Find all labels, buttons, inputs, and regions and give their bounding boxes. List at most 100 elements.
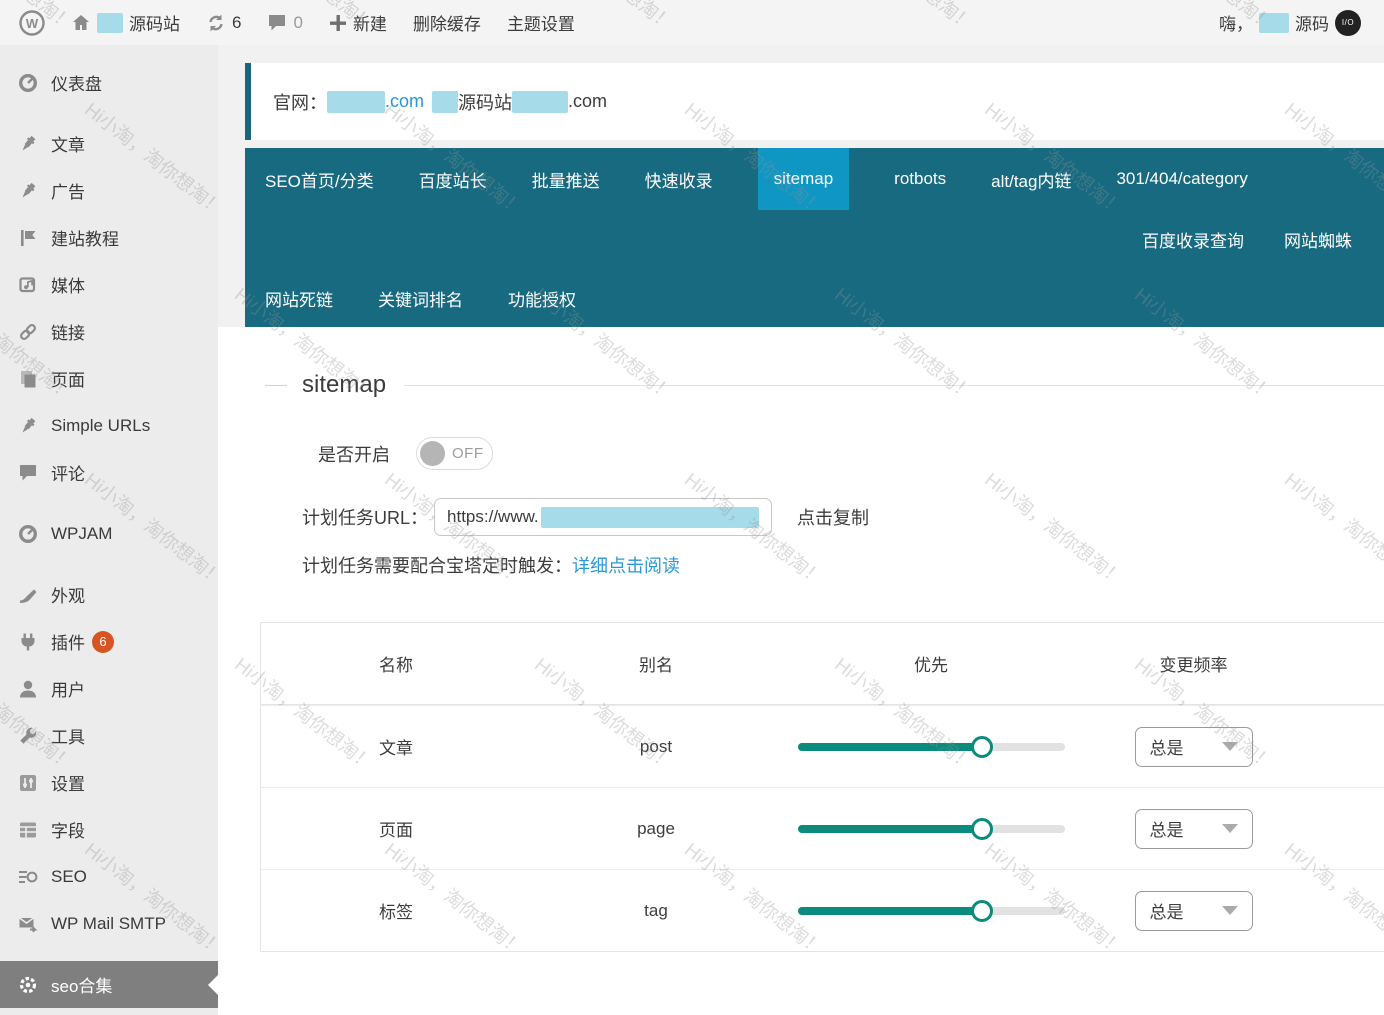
change-frequency-select[interactable]: 总是 [1134, 808, 1253, 849]
page-title: sitemap [302, 371, 387, 398]
clear-cache-button[interactable]: 删除缓存 [404, 0, 490, 45]
domain-com-link: .com [385, 91, 425, 111]
enable-toggle[interactable]: OFF [416, 437, 493, 470]
sidebar-item-site-tutorial[interactable]: 建站教程 [0, 214, 218, 261]
account-menu[interactable]: 嗨， 源码 I/O [1210, 0, 1370, 45]
sidebar-item-label: 外观 [51, 587, 85, 606]
sidebar-item-links[interactable]: 链接 [0, 308, 218, 355]
site-name: 源码站 [129, 15, 180, 34]
theme-settings-button[interactable]: 主题设置 [498, 0, 584, 45]
tab-feature-license[interactable]: 功能授权 [508, 286, 576, 311]
priority-slider[interactable] [797, 817, 1065, 840]
sidebar-item-fields[interactable]: 字段 [0, 806, 218, 853]
title-dash-right [404, 384, 1384, 386]
row-name: 文章 [379, 739, 413, 758]
pushpin-icon [18, 416, 38, 436]
plus-icon [329, 14, 346, 31]
sidebar-item-appearance[interactable]: 外观 [0, 571, 218, 618]
table-header-row: 名称 别名 优先 变更频率 [261, 623, 1384, 705]
slider-handle[interactable] [970, 899, 993, 922]
slider-fill [797, 742, 982, 751]
new-label: 新建 [352, 15, 387, 34]
sidebar-item-simple-urls[interactable]: Simple URLs [0, 402, 218, 449]
sidebar-item-wp-mail-smtp[interactable]: WP Mail SMTP [0, 900, 218, 947]
visit-site-link[interactable]: 源码站 [62, 0, 189, 45]
sidebar-item-seo-collection[interactable]: seo合集 [0, 961, 218, 1008]
notice-domain-suffix: .com [568, 91, 608, 111]
tab-site-spider[interactable]: 网站蜘蛛 [1284, 227, 1352, 252]
dashboard-gauge-icon [18, 524, 38, 544]
admin-bar: W 源码站 6 0 新建 删除缓存 主题设置 嗨， 源码 I/O [0, 0, 1384, 45]
settings-sliders-icon [18, 773, 38, 793]
sidebar-item-label: 页面 [51, 371, 85, 390]
tab-alt-tag-links[interactable]: alt/tag内链 [991, 167, 1071, 192]
tab-301-404-category[interactable]: 301/404/category [1116, 169, 1247, 189]
redacted-text [432, 90, 459, 113]
sidebar-item-pages[interactable]: 页面 [0, 355, 218, 402]
sidebar-item-wpjam[interactable]: WPJAM [0, 510, 218, 557]
table-row: 标签 tag 总是 [261, 869, 1384, 951]
sidebar-item-label: seo合集 [51, 977, 113, 996]
sidebar-item-settings[interactable]: 设置 [0, 759, 218, 806]
notice-site-name: 源码站 [458, 92, 513, 113]
column-header-name: 名称 [379, 656, 413, 675]
admin-bar-right: 嗨， 源码 I/O [1210, 0, 1384, 45]
sidebar-item-posts[interactable]: 文章 [0, 120, 218, 167]
tab-seo-home-category[interactable]: SEO首页/分类 [265, 167, 374, 192]
slider-fill [797, 824, 982, 833]
copy-button[interactable]: 点击复制 [797, 504, 869, 530]
cron-url-input[interactable]: https://www. [434, 498, 773, 536]
sidebar-item-plugins[interactable]: 插件 6 [0, 618, 218, 665]
sidebar-item-dashboard[interactable]: 仪表盘 [0, 59, 218, 106]
official-site-link[interactable]: .com [327, 90, 425, 113]
slider-fill [797, 906, 982, 915]
sitemap-panel: sitemap 是否开启 OFF 计划任务URL： https://www. 点… [218, 327, 1384, 1015]
title-dash-left [265, 384, 287, 386]
change-frequency-select[interactable]: 总是 [1134, 726, 1253, 767]
tab-keyword-ranking[interactable]: 关键词排名 [378, 286, 463, 311]
change-frequency-select[interactable]: 总是 [1134, 890, 1253, 931]
tab-baidu-webmaster[interactable]: 百度站长 [419, 167, 487, 192]
table-row: 文章 post 总是 [261, 705, 1384, 787]
dashboard-gauge-icon [18, 73, 38, 93]
pushpin-icon [18, 181, 38, 201]
tab-dead-links[interactable]: 网站死链 [265, 286, 333, 311]
sidebar-item-label: 建站教程 [51, 230, 119, 249]
sidebar-item-comments[interactable]: 评论 [0, 449, 218, 496]
wordpress-logo[interactable]: W [10, 0, 54, 45]
priority-slider[interactable] [797, 735, 1065, 758]
tab-batch-push[interactable]: 批量推送 [532, 167, 600, 192]
read-more-link[interactable]: 详细点击阅读 [572, 556, 680, 576]
new-content-button[interactable]: 新建 [320, 0, 396, 45]
sidebar-item-label: 媒体 [51, 277, 85, 296]
sidebar-item-label: 广告 [51, 183, 85, 202]
sidebar-item-seo[interactable]: SEO [0, 853, 218, 900]
slider-handle[interactable] [970, 735, 993, 758]
logo-letter: W [26, 16, 39, 31]
sidebar-item-users[interactable]: 用户 [0, 665, 218, 712]
tab-rotbots[interactable]: rotbots [894, 169, 946, 189]
sidebar-item-ads[interactable]: 广告 [0, 167, 218, 214]
sidebar-item-tools[interactable]: 工具 [0, 712, 218, 759]
notice-prefix: 官网： [273, 92, 327, 113]
row-alias: post [639, 736, 673, 756]
row-alias: page [637, 818, 675, 838]
comments-button[interactable]: 0 [258, 0, 311, 45]
priority-slider[interactable] [797, 899, 1065, 922]
updates-button[interactable]: 6 [197, 0, 250, 45]
cron-note-row: 计划任务需要配合宝塔定时触发：详细点击阅读 [218, 552, 1384, 578]
sidebar-item-label: 文章 [51, 136, 85, 155]
nav-row-2: 百度收录查询 网站蜘蛛 [245, 210, 1384, 269]
column-header-priority: 优先 [914, 656, 948, 675]
slider-track [797, 906, 1065, 915]
section-title-row: sitemap [218, 371, 1384, 399]
tab-baidu-index-query[interactable]: 百度收录查询 [1142, 227, 1244, 252]
clear-cache-label: 删除缓存 [412, 15, 481, 34]
tab-fast-index[interactable]: 快速收录 [645, 167, 713, 192]
sidebar-item-media[interactable]: 媒体 [0, 261, 218, 308]
sidebar-item-label: WPJAM [51, 523, 113, 543]
slider-handle[interactable] [970, 817, 993, 840]
chevron-down-icon [1221, 742, 1238, 751]
link-icon [18, 322, 38, 342]
tab-sitemap[interactable]: sitemap [757, 148, 850, 210]
